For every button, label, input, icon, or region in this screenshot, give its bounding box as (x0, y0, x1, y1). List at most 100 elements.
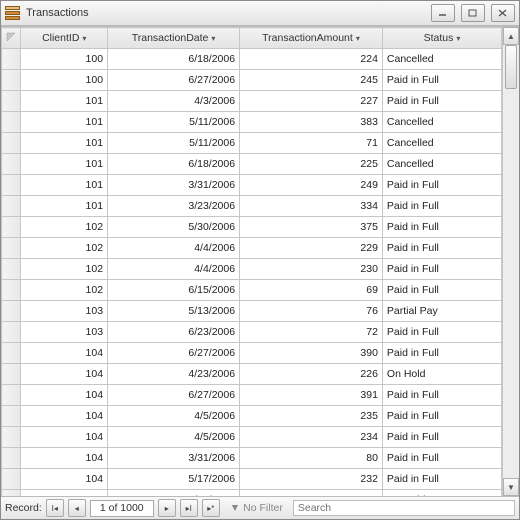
cell-status[interactable]: Paid in Full (382, 469, 501, 490)
cell-status[interactable]: Paid in Full (382, 175, 501, 196)
cell-transactionamount[interactable]: 72 (240, 322, 383, 343)
scroll-thumb[interactable] (505, 45, 517, 89)
table-row[interactable]: 1046/27/2006391Paid in Full (2, 385, 502, 406)
cell-status[interactable]: Paid in Full (382, 427, 501, 448)
cell-status[interactable]: Paid in Full (382, 280, 501, 301)
cell-transactionamount[interactable]: 227 (240, 91, 383, 112)
cell-clientid[interactable]: 104 (21, 406, 108, 427)
row-selector[interactable] (2, 217, 21, 238)
cell-clientid[interactable]: 104 (21, 343, 108, 364)
cell-transactiondate[interactable]: 6/27/2006 (108, 343, 240, 364)
title-bar[interactable]: Transactions (1, 1, 519, 26)
cell-status[interactable]: Paid in Full (382, 196, 501, 217)
table-row[interactable]: 1006/18/2006224Cancelled (2, 49, 502, 70)
new-record-button[interactable]: ▸* (202, 499, 220, 517)
cell-transactionamount[interactable]: 235 (240, 406, 383, 427)
cell-transactiondate[interactable]: 5/17/2006 (108, 469, 240, 490)
cell-clientid[interactable]: 104 (21, 364, 108, 385)
cell-transactionamount[interactable]: 69 (240, 280, 383, 301)
minimize-button[interactable] (431, 4, 455, 22)
table-row[interactable]: 1044/5/2006235Paid in Full (2, 406, 502, 427)
table-row[interactable]: 1025/30/2006375Paid in Full (2, 217, 502, 238)
cell-status[interactable]: Paid in Full (382, 91, 501, 112)
cell-transactiondate[interactable]: 4/5/2006 (108, 406, 240, 427)
cell-status[interactable]: Paid in Full (382, 217, 501, 238)
cell-transactiondate[interactable]: 5/11/2006 (108, 133, 240, 154)
row-selector[interactable] (2, 196, 21, 217)
column-header-status[interactable]: Status▾ (382, 28, 501, 49)
cell-clientid[interactable]: 101 (21, 196, 108, 217)
table-row[interactable]: 1043/31/200680Paid in Full (2, 448, 502, 469)
cell-transactionamount[interactable]: 234 (240, 427, 383, 448)
table-row[interactable]: 1024/4/2006229Paid in Full (2, 238, 502, 259)
cell-clientid[interactable]: 100 (21, 49, 108, 70)
cell-clientid[interactable]: 101 (21, 175, 108, 196)
table-row[interactable]: 1014/3/2006227Paid in Full (2, 91, 502, 112)
cell-transactionamount[interactable]: 245 (240, 70, 383, 91)
row-selector[interactable] (2, 91, 21, 112)
cell-transactiondate[interactable]: 6/15/2006 (108, 280, 240, 301)
cell-transactiondate[interactable]: 3/31/2006 (108, 175, 240, 196)
cell-transactionamount[interactable]: 80 (240, 448, 383, 469)
cell-status[interactable]: Paid in Full (382, 343, 501, 364)
table-row[interactable]: 1013/31/2006249Paid in Full (2, 175, 502, 196)
cell-status[interactable]: Cancelled (382, 154, 501, 175)
cell-status[interactable]: Paid in Full (382, 70, 501, 91)
first-record-button[interactable]: I◂ (46, 499, 64, 517)
cell-transactionamount[interactable]: 390 (240, 343, 383, 364)
row-selector[interactable] (2, 406, 21, 427)
table-scroll[interactable]: ClientID▾ TransactionDate▾ TransactionAm… (1, 27, 502, 496)
cell-transactiondate[interactable]: 6/18/2006 (108, 49, 240, 70)
search-input[interactable] (293, 500, 515, 516)
scroll-down-button[interactable]: ▼ (503, 478, 519, 496)
record-counter[interactable]: 1 of 1000 (90, 500, 154, 517)
row-selector[interactable] (2, 49, 21, 70)
cell-transactionamount[interactable]: 383 (240, 112, 383, 133)
table-row[interactable]: 1044/23/2006226On Hold (2, 364, 502, 385)
cell-transactionamount[interactable]: 76 (240, 301, 383, 322)
cell-transactiondate[interactable]: 3/31/2006 (108, 448, 240, 469)
row-selector[interactable] (2, 238, 21, 259)
cell-transactionamount[interactable]: 229 (240, 238, 383, 259)
cell-transactiondate[interactable]: 4/5/2006 (108, 427, 240, 448)
cell-clientid[interactable]: 103 (21, 301, 108, 322)
table-row[interactable]: 1015/11/2006383Cancelled (2, 112, 502, 133)
cell-status[interactable]: Partial Pay (382, 301, 501, 322)
cell-transactiondate[interactable]: 4/4/2006 (108, 259, 240, 280)
row-selector[interactable] (2, 112, 21, 133)
row-selector[interactable] (2, 322, 21, 343)
row-selector[interactable] (2, 469, 21, 490)
cell-transactiondate[interactable]: 6/27/2006 (108, 70, 240, 91)
table-row[interactable]: 1015/11/200671Cancelled (2, 133, 502, 154)
cell-clientid[interactable]: 101 (21, 154, 108, 175)
table-row[interactable]: 1046/27/2006390Paid in Full (2, 343, 502, 364)
cell-transactiondate[interactable]: 4/23/2006 (108, 364, 240, 385)
cell-status[interactable]: Paid in Full (382, 406, 501, 427)
cell-clientid[interactable]: 104 (21, 385, 108, 406)
cell-status[interactable]: Paid in Full (382, 385, 501, 406)
row-selector[interactable] (2, 343, 21, 364)
close-button[interactable] (491, 4, 515, 22)
cell-transactionamount[interactable]: 249 (240, 175, 383, 196)
cell-transactionamount[interactable]: 226 (240, 364, 383, 385)
table-row[interactable]: 1026/15/200669Paid in Full (2, 280, 502, 301)
cell-transactiondate[interactable]: 5/13/2006 (108, 301, 240, 322)
table-row[interactable]: 1036/23/200672Paid in Full (2, 322, 502, 343)
cell-status[interactable]: Paid in Full (382, 448, 501, 469)
cell-transactiondate[interactable]: 4/4/2006 (108, 238, 240, 259)
row-selector[interactable] (2, 448, 21, 469)
row-selector[interactable] (2, 70, 21, 91)
table-row[interactable]: 1035/13/200676Partial Pay (2, 301, 502, 322)
row-selector[interactable] (2, 280, 21, 301)
row-selector[interactable] (2, 175, 21, 196)
cell-transactiondate[interactable]: 5/11/2006 (108, 112, 240, 133)
cell-clientid[interactable]: 102 (21, 217, 108, 238)
cell-status[interactable]: Cancelled (382, 49, 501, 70)
column-header-clientid[interactable]: ClientID▾ (21, 28, 108, 49)
cell-status[interactable]: Paid in Full (382, 238, 501, 259)
cell-status[interactable]: Cancelled (382, 133, 501, 154)
cell-transactiondate[interactable]: 6/23/2006 (108, 322, 240, 343)
cell-clientid[interactable]: 102 (21, 259, 108, 280)
cell-clientid[interactable]: 102 (21, 238, 108, 259)
table-row[interactable]: 1045/17/2006232Paid in Full (2, 469, 502, 490)
